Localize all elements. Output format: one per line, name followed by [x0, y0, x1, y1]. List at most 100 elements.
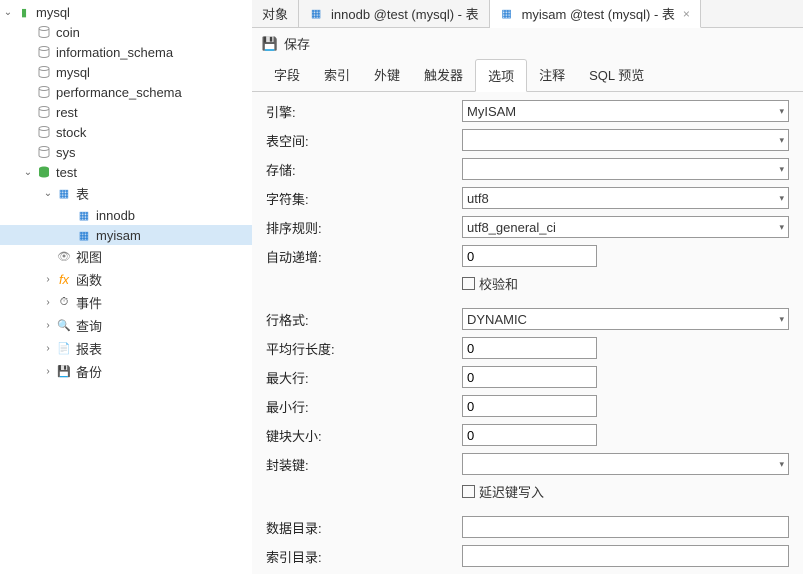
expand-icon[interactable]: › — [42, 297, 54, 308]
tree-db-performance-schema[interactable]: performance_schema — [0, 82, 252, 102]
label-indexdir: 索引目录: — [266, 547, 462, 566]
collapse-icon[interactable]: ⌄ — [2, 7, 14, 18]
tree-reports[interactable]: ›📄报表 — [0, 337, 252, 360]
expand-icon[interactable]: › — [42, 366, 54, 377]
charset-dropdown[interactable]: utf8▾ — [462, 187, 789, 209]
subtab-comment[interactable]: 注释 — [527, 59, 577, 91]
chevron-down-icon: ▾ — [779, 164, 784, 175]
expand-icon[interactable]: › — [42, 274, 54, 285]
tree-db-mysql[interactable]: mysql — [0, 62, 252, 82]
tree-server[interactable]: ⌄ ▮ mysql — [0, 2, 252, 22]
sub-tab-strip: 字段 索引 外键 触发器 选项 注释 SQL 预览 — [252, 59, 803, 92]
tree-backup[interactable]: ›💾备份 — [0, 360, 252, 383]
top-tab-strip: 对象 ▦innodb @test (mysql) - 表 ▦myisam @te… — [252, 0, 803, 28]
event-icon: ⏱ — [56, 295, 72, 311]
autoinc-input[interactable] — [462, 245, 597, 267]
tree-db-rest[interactable]: rest — [0, 102, 252, 122]
tree-table-myisam[interactable]: ▦myisam — [0, 225, 252, 245]
sidebar: ⌄ ▮ mysql coin information_schema mysql … — [0, 0, 252, 574]
table-icon: ▦ — [76, 227, 92, 243]
subtab-fks[interactable]: 外键 — [362, 59, 412, 91]
database-icon — [36, 124, 52, 140]
chevron-down-icon: ▾ — [779, 314, 784, 325]
table-icon: ▦ — [76, 207, 92, 223]
engine-dropdown[interactable]: MyISAM▾ — [462, 100, 789, 122]
pack-dropdown[interactable]: ▾ — [462, 453, 789, 475]
close-icon[interactable]: × — [683, 7, 690, 21]
indexdir-input[interactable] — [462, 545, 789, 567]
collation-dropdown[interactable]: utf8_general_ci▾ — [462, 216, 789, 238]
function-icon: fx — [56, 272, 72, 288]
delay-checkbox[interactable] — [462, 485, 475, 498]
subtab-options[interactable]: 选项 — [475, 59, 527, 92]
tree-events[interactable]: ›⏱事件 — [0, 291, 252, 314]
label-charset: 字符集: — [266, 189, 462, 208]
checksum-checkbox[interactable] — [462, 277, 475, 290]
label-avgrow: 平均行长度: — [266, 339, 462, 358]
tree-db-information-schema[interactable]: information_schema — [0, 42, 252, 62]
chevron-down-icon: ▾ — [779, 135, 784, 146]
subtab-triggers[interactable]: 触发器 — [412, 59, 475, 91]
collapse-icon[interactable]: ⌄ — [42, 188, 54, 199]
storage-dropdown[interactable]: ▾ — [462, 158, 789, 180]
database-icon — [36, 24, 52, 40]
tree-views[interactable]: 👁视图 — [0, 245, 252, 268]
minrows-input[interactable] — [462, 395, 597, 417]
server-icon: ▮ — [16, 4, 32, 20]
keyblock-input[interactable] — [462, 424, 597, 446]
label-checksum: 校验和 — [479, 274, 518, 293]
database-icon — [36, 64, 52, 80]
table-icon: ▦ — [500, 7, 514, 21]
expand-icon[interactable]: › — [42, 320, 54, 331]
label-maxrows: 最大行: — [266, 368, 462, 387]
label-tablespace: 表空间: — [266, 131, 462, 150]
save-icon: 💾 — [262, 36, 278, 52]
label-collation: 排序规则: — [266, 218, 462, 237]
tree-db-stock[interactable]: stock — [0, 122, 252, 142]
label-rowformat: 行格式: — [266, 310, 462, 329]
collapse-icon[interactable]: ⌄ — [22, 167, 34, 178]
rowformat-dropdown[interactable]: DYNAMIC▾ — [462, 308, 789, 330]
save-button[interactable]: 保存 — [284, 34, 310, 53]
label-storage: 存储: — [266, 160, 462, 179]
datadir-input[interactable] — [462, 516, 789, 538]
label-keyblock: 键块大小: — [266, 426, 462, 445]
backup-icon: 💾 — [56, 364, 72, 380]
label-pack: 封装键: — [266, 455, 462, 474]
avgrow-input[interactable] — [462, 337, 597, 359]
tree-db-coin[interactable]: coin — [0, 22, 252, 42]
subtab-sql[interactable]: SQL 预览 — [577, 59, 656, 91]
tab-innodb[interactable]: ▦innodb @test (mysql) - 表 — [299, 0, 490, 27]
tree-tables-node[interactable]: ⌄▦表 — [0, 182, 252, 205]
database-icon — [36, 84, 52, 100]
label-engine: 引擎: — [266, 102, 462, 121]
database-icon — [36, 104, 52, 120]
chevron-down-icon: ▾ — [779, 222, 784, 233]
tree-table-innodb[interactable]: ▦innodb — [0, 205, 252, 225]
maxrows-input[interactable] — [462, 366, 597, 388]
report-icon: 📄 — [56, 341, 72, 357]
tablespace-dropdown[interactable]: ▾ — [462, 129, 789, 151]
label-delay: 延迟键写入 — [479, 482, 544, 501]
label-autoinc: 自动递增: — [266, 247, 462, 266]
subtab-fields[interactable]: 字段 — [262, 59, 312, 91]
database-icon — [36, 44, 52, 60]
tree-queries[interactable]: ›🔍查询 — [0, 314, 252, 337]
view-icon: 👁 — [56, 249, 72, 265]
expand-icon[interactable]: › — [42, 343, 54, 354]
subtab-indexes[interactable]: 索引 — [312, 59, 362, 91]
chevron-down-icon: ▾ — [779, 459, 784, 470]
tab-myisam[interactable]: ▦myisam @test (mysql) - 表× — [490, 0, 701, 28]
query-icon: 🔍 — [56, 318, 72, 334]
table-icon: ▦ — [309, 7, 323, 21]
tree-functions[interactable]: ›fx函数 — [0, 268, 252, 291]
label-minrows: 最小行: — [266, 397, 462, 416]
chevron-down-icon: ▾ — [779, 106, 784, 117]
tab-objects[interactable]: 对象 — [252, 0, 299, 27]
tree-db-sys[interactable]: sys — [0, 142, 252, 162]
database-icon — [36, 144, 52, 160]
tables-icon: ▦ — [56, 186, 72, 202]
chevron-down-icon: ▾ — [779, 193, 784, 204]
label-datadir: 数据目录: — [266, 518, 462, 537]
tree-db-test[interactable]: ⌄test — [0, 162, 252, 182]
